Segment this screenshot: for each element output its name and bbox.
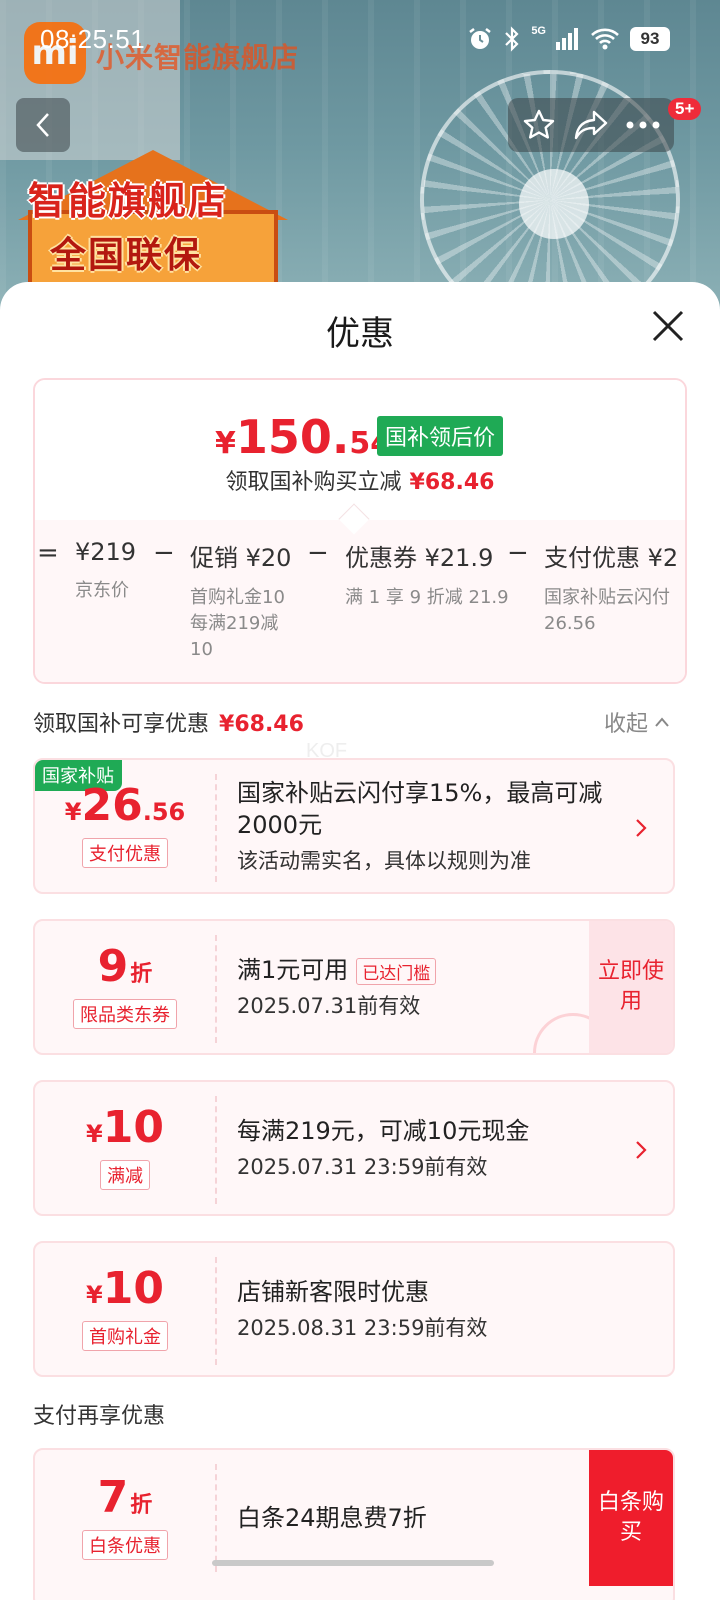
coupon-type: 首购礼金 [82,1321,168,1351]
coupon-type: 白条优惠 [82,1530,168,1560]
breakdown-operator: − [307,538,329,568]
coupon-desc: 该活动需实名，具体以规则为准 [237,849,531,873]
gov-subsidy-price-tag: 国补领后价 [377,416,504,456]
coupon-desc: 2025.07.31 23:59前有效 [237,1155,488,1179]
use-now-button[interactable]: 立即使用 [589,921,673,1053]
breakdown-operator: = [37,538,59,568]
discount-sheet: 优惠 ¥150.54 国补领后价 领取国补购买立减 ¥68.46 = ¥219 京… [0,282,720,1600]
coupon-card-gov-subsidy[interactable]: 国家补贴 ¥26.56 支付优惠 国家补贴云闪付享15%，最高可减2000元 该… [33,758,675,894]
coupon-card-baitiao: 7折 白条优惠 白条24期息费7折 白条购买 [33,1448,675,1600]
coupon-card-new-customer: ¥10 首购礼金 店铺新客限时优惠 2025.08.31 23:59前有效 [33,1241,675,1377]
bluetooth-icon [505,26,519,52]
coupon-title: 满1元可用 已达门槛 [237,954,437,986]
chevron-up-icon [655,717,669,727]
coupon-amount: ¥10 [86,1263,164,1314]
coupon-title: 每满219元，可减10元现金 [237,1117,530,1145]
pay-discount-heading: 支付再享优惠 [33,1404,166,1429]
back-button[interactable] [16,98,70,152]
coupon-amount: 7折 [97,1472,153,1523]
price-breakdown: = ¥219 京东价 − 促销 ¥20 首购礼金10 每满219减 10 − 优惠券… [35,538,685,678]
gov-discount-amount: ¥68.46 [219,712,304,737]
header-actions [508,98,674,152]
saved-line: 领取国补购买立减 ¥68.46 [225,470,495,495]
coupon-title: 国家补贴云闪付享15%，最高可减2000元 [237,779,603,839]
coupon-type: 限品类东券 [73,999,177,1029]
coupon-card-full-reduction[interactable]: ¥10 满减 每满219元，可减10元现金 2025.07.31 23:59前有… [33,1080,675,1216]
star-icon[interactable] [521,107,557,143]
badge-line2: 全国联保 [50,235,203,276]
breakdown-item-coupon: 优惠券 ¥21.9 满 1 享 9 折减 21.9 [345,544,509,608]
home-indicator[interactable] [212,1560,494,1566]
coupon-amount: ¥10 [86,1102,164,1153]
saved-amount: ¥68.46 [409,470,495,495]
signal-icon [556,28,578,50]
coupon-desc: 2025.08.31 23:59前有效 [237,1316,488,1340]
collapse-button[interactable]: 收起 [604,706,670,738]
badge-line1: 智能旗舰店 [28,179,229,223]
breakdown-operator: − [153,538,175,568]
notification-badge: 5+ [668,98,702,120]
network-type: 5G [531,25,546,37]
coupon-desc: 2025.07.31前有效 [237,994,421,1018]
chevron-left-icon [36,113,49,137]
battery-level: 93 [630,27,670,51]
more-icon[interactable] [625,120,661,130]
coupon-title: 白条24期息费7折 [237,1504,427,1532]
coupon-type: 支付优惠 [82,838,168,868]
breakdown-item-payment: 支付优惠 ¥2 国家补贴云闪付 26.56 [544,544,679,634]
final-price: ¥150.54 [215,410,392,464]
alarm-icon [469,28,492,49]
chevron-right-icon [636,819,647,837]
price-summary-card: ¥150.54 国补领后价 领取国补购买立减 ¥68.46 = ¥219 京东价 … [33,378,687,684]
status-time: 08:25:51 [40,24,146,54]
coupon-amount: 9折 [97,941,153,992]
coupon-card-category: 9折 限品类东券 满1元可用 已达门槛 2025.07.31前有效 立即使用 [33,919,675,1055]
chevron-right-icon [636,1141,647,1159]
coupon-type: 满减 [100,1160,150,1190]
share-icon[interactable] [572,108,610,142]
status-bar: 08:25:51 5G 93 [0,0,720,80]
breakdown-operator: − [507,538,529,568]
breakdown-item-jd-price: ¥219 京东价 [75,538,137,601]
close-icon[interactable] [648,306,688,346]
gov-discount-heading: 领取国补可享优惠 ¥68.46 [33,712,304,737]
baitiao-buy-button[interactable]: 白条购买 [589,1450,673,1586]
coupon-amount: ¥26.56 [64,780,186,831]
sheet-title: 优惠 [326,314,394,354]
coupon-title: 店铺新客限时优惠 [237,1278,429,1306]
threshold-reached-tag: 已达门槛 [356,957,437,985]
breakdown-item-promo: 促销 ¥20 首购礼金10 每满219减 10 [190,544,292,660]
wifi-icon [591,28,619,50]
